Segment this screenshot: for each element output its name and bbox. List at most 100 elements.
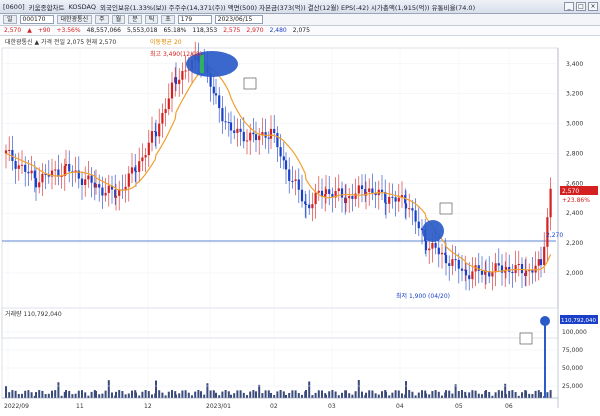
volume-bar — [365, 392, 367, 398]
price-chart[interactable]: 대한광통신 ▲ 가격 전일 2,075 현재 2,570 이동평균 20 최고 … — [0, 36, 600, 416]
note-box-3[interactable] — [519, 332, 533, 345]
breakdown-highlight-marker[interactable] — [422, 220, 444, 242]
volume-bar — [521, 392, 523, 398]
volume-bar — [549, 390, 552, 398]
note-box-2[interactable] — [439, 202, 453, 215]
stock-code-input[interactable]: 000170 — [19, 15, 54, 24]
volume-bar — [477, 393, 480, 398]
volume-bar — [111, 392, 113, 398]
volume-bar — [505, 394, 507, 398]
period-second-button[interactable]: 초 — [161, 15, 175, 24]
volume-bar — [60, 395, 63, 398]
ref-price-label: 2,270 — [546, 232, 563, 239]
volume-bar — [321, 390, 323, 398]
candle-body — [371, 188, 374, 194]
volume-bar — [181, 390, 184, 398]
volume-bar — [178, 393, 181, 398]
note-box-1[interactable] — [243, 77, 257, 90]
volume-bar — [107, 380, 110, 398]
amount-value: 5,553,018 — [126, 27, 158, 34]
volume-bar — [187, 392, 190, 398]
candle-body — [304, 203, 308, 205]
period-day-button[interactable]: 일 — [3, 15, 17, 24]
count-input[interactable]: 179 — [177, 15, 212, 24]
candle-body — [87, 175, 90, 180]
volume-bar — [8, 392, 11, 398]
period-month-button[interactable]: 월 — [111, 15, 126, 24]
stock-name-field[interactable]: 대한광통신 — [56, 15, 93, 24]
candle-body — [212, 86, 215, 94]
volume-bar — [124, 394, 127, 398]
candle-body — [497, 263, 500, 266]
candle-body — [428, 248, 431, 251]
candle-body — [94, 184, 98, 188]
close-button[interactable]: × — [588, 2, 598, 11]
stock-info-summary: 외국인보유(1.33%(보)) 주주수(14,371(주)) 액면(500) 자… — [100, 3, 476, 12]
price-tick-label: 3,400 — [566, 61, 583, 68]
volume-bar — [14, 390, 17, 398]
candle-body — [233, 130, 236, 133]
candle-body — [158, 123, 161, 137]
minimize-button[interactable]: _ — [564, 2, 574, 11]
volume-bar — [233, 393, 236, 398]
volume-bar — [246, 395, 248, 398]
candle-body — [144, 155, 147, 158]
candle-body — [181, 71, 184, 80]
volume-bar — [118, 390, 121, 398]
candle-body — [451, 259, 454, 266]
candle-body — [227, 122, 230, 124]
volume-bar — [127, 393, 130, 398]
volume-bar — [141, 391, 144, 398]
candle-body — [252, 132, 255, 135]
date-tick-label: 03 — [328, 403, 336, 410]
volume-bar — [57, 382, 60, 398]
window-controls: _ □ × — [564, 2, 598, 11]
candle-body — [471, 271, 474, 280]
price-axis: 3,4003,2003,0002,8002,6002,4002,2002,000 — [566, 61, 583, 277]
volume-bar — [171, 390, 173, 398]
volume-bar — [230, 394, 232, 398]
prev-price: 2,075 — [292, 27, 310, 34]
candle-body — [98, 184, 101, 188]
volume-bar — [297, 393, 300, 398]
period-tick-button[interactable]: 틱 — [144, 15, 159, 24]
current-price: 2,570 — [4, 27, 22, 34]
period-minute-button[interactable]: 분 — [128, 15, 142, 24]
candle-body — [178, 79, 181, 84]
high-price: 2,970 — [246, 27, 264, 34]
volume-pane — [1, 307, 559, 399]
candle-body — [167, 98, 170, 110]
maximize-button[interactable]: □ — [576, 2, 586, 11]
chart-legend: 대한광통신 ▲ 가격 전일 2,075 현재 2,570 — [5, 38, 116, 46]
change-arrow-icon: ▲ — [27, 27, 32, 34]
candle-body — [351, 196, 354, 199]
volume-bar — [44, 394, 47, 398]
volume-bar — [474, 390, 477, 398]
volume-spike-marker[interactable] — [540, 316, 550, 326]
date-tick-label: 11 — [76, 403, 84, 410]
volume-tick-label: 100,000 — [562, 329, 587, 336]
candle-body — [114, 195, 118, 198]
date-input[interactable]: 2023/06/15 — [214, 15, 263, 24]
volume-value: 48,557,066 — [86, 27, 121, 34]
candle-body — [34, 178, 38, 188]
candle-body — [101, 187, 104, 196]
candle-body — [282, 156, 285, 161]
candle-body — [229, 122, 233, 131]
volume-bar — [98, 394, 101, 398]
volume-bar — [68, 390, 71, 398]
volume-legend: 거래량 110,792,040 — [5, 310, 62, 318]
volume-bar — [81, 390, 83, 398]
screen-code: [0600] — [3, 2, 25, 11]
candle-body — [537, 259, 540, 266]
candle-body — [239, 128, 242, 132]
candle-body — [245, 140, 249, 142]
volume-bar — [491, 395, 494, 398]
price-tick-label: 2,800 — [566, 150, 583, 157]
candle-body — [288, 169, 291, 181]
volume-bar — [391, 392, 394, 398]
candle-body — [64, 164, 68, 166]
candle-body — [174, 77, 178, 84]
volume-bar — [357, 380, 360, 398]
period-week-button[interactable]: 주 — [95, 15, 109, 24]
